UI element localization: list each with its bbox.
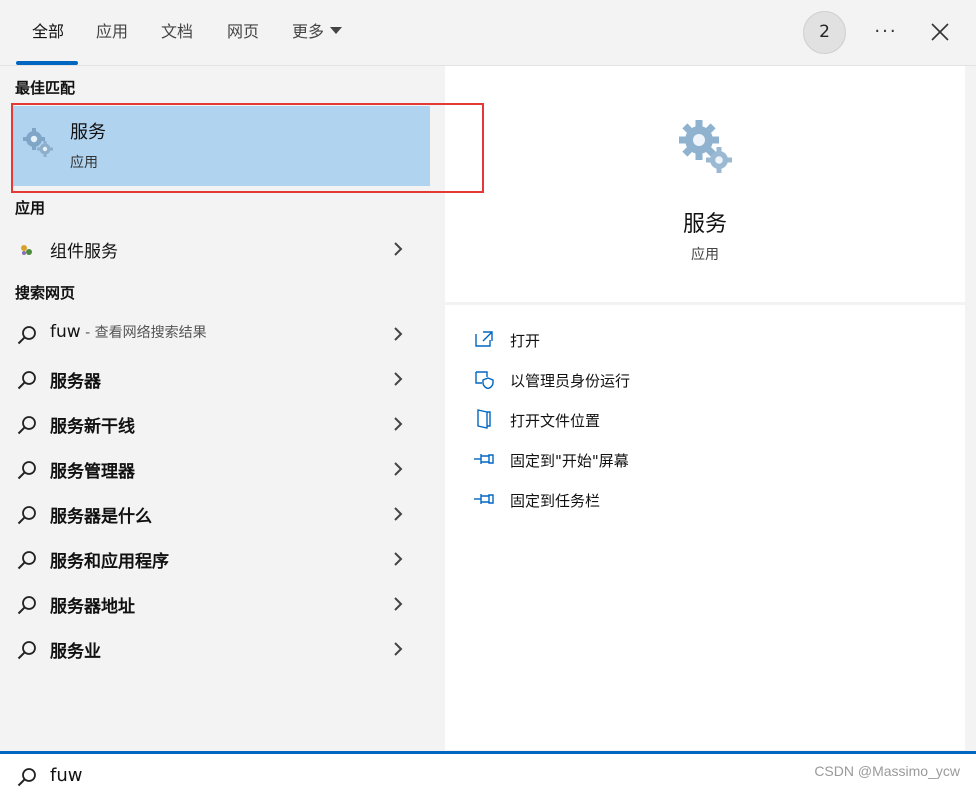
detail-header: 服务 应用 [445, 66, 965, 302]
web-result-item[interactable]: 服务管理器 [0, 449, 430, 489]
chevron-right-icon [394, 242, 403, 256]
pin-icon [474, 494, 494, 504]
action-pin-to-start[interactable]: 固定到"开始"屏幕 [473, 445, 933, 473]
detail-actions: 打开 以管理员身份运行 打开文件位置 固定到"开始"屏幕 固定到任务栏 [445, 305, 965, 750]
app-item-label: 组件服务 [50, 242, 118, 262]
chevron-right-icon [394, 462, 403, 476]
close-icon [931, 23, 949, 41]
best-match-item[interactable]: 服务 应用 [12, 106, 430, 186]
gears-icon [679, 120, 732, 173]
detail-title: 服务 [682, 212, 727, 237]
web-result-label: 服务器是什么 [50, 507, 152, 527]
tab-apps[interactable]: 应用 [96, 20, 128, 44]
web-result-item[interactable]: 服务器地址 [0, 584, 430, 624]
web-result-item[interactable]: 服务和应用程序 [0, 539, 430, 579]
search-window: 全部 应用 文档 网页 更多 2 ··· 最佳匹配 服务 应用 应用 组件服务 … [0, 0, 976, 795]
pin-icon [474, 454, 494, 464]
open-icon [475, 331, 493, 347]
web-result-item[interactable]: 服务业 [0, 629, 430, 669]
action-label: 打开 [510, 332, 541, 350]
component-services-icon [21, 245, 32, 255]
search-icon [17, 371, 36, 390]
web-result-hint: - 查看网络搜索结果 [80, 325, 207, 341]
web-result-label: 服务业 [50, 642, 101, 662]
shield-icon [475, 371, 494, 389]
more-options-button[interactable]: ··· [866, 20, 906, 44]
action-label: 以管理员身份运行 [510, 372, 631, 390]
search-icon [17, 326, 36, 345]
chevron-right-icon [394, 372, 403, 386]
web-result-query: fuw [50, 322, 81, 342]
search-icon [17, 461, 36, 480]
tab-bar: 全部 应用 文档 网页 更多 2 ··· [0, 0, 976, 66]
web-result-item[interactable]: 服务新干线 [0, 404, 430, 444]
search-icon [17, 768, 36, 787]
gears-icon [23, 128, 53, 157]
close-button[interactable] [926, 18, 954, 46]
chevron-right-icon [394, 642, 403, 656]
results-panel: 最佳匹配 服务 应用 应用 组件服务 搜索网页 fuw - 查看网络搜索结果 服… [0, 66, 430, 750]
watermark-text: CSDN @Massimo_ycw [814, 763, 960, 779]
search-icon [17, 551, 36, 570]
chevron-right-icon [394, 417, 403, 431]
search-input[interactable] [50, 760, 750, 790]
tab-more[interactable]: 更多 [292, 20, 343, 44]
web-result-label: fuw - 查看网络搜索结果 [50, 322, 207, 342]
action-pin-to-taskbar[interactable]: 固定到任务栏 [473, 485, 933, 513]
web-result-label: 服务管理器 [50, 462, 135, 482]
action-open-file-location[interactable]: 打开文件位置 [473, 405, 933, 433]
section-apps: 应用 [15, 199, 46, 217]
detail-subtitle: 应用 [691, 247, 719, 263]
search-icon [17, 641, 36, 660]
chevron-right-icon [394, 327, 403, 341]
chevron-right-icon [394, 597, 403, 611]
web-result-label: 服务和应用程序 [50, 552, 169, 572]
web-result-item[interactable]: 服务器 [0, 359, 430, 399]
app-item-component-services[interactable]: 组件服务 [0, 229, 430, 269]
search-icon [17, 596, 36, 615]
section-web: 搜索网页 [15, 284, 76, 302]
rewards-badge[interactable]: 2 [803, 11, 846, 54]
web-result-label: 服务器 [50, 372, 101, 392]
tab-documents[interactable]: 文档 [161, 20, 193, 44]
folder-location-icon [477, 409, 491, 429]
action-label: 固定到任务栏 [510, 492, 601, 510]
action-run-as-admin[interactable]: 以管理员身份运行 [473, 365, 933, 393]
tab-more-label: 更多 [292, 22, 325, 41]
search-icon [17, 416, 36, 435]
tab-all[interactable]: 全部 [32, 20, 64, 44]
action-label: 打开文件位置 [510, 412, 601, 430]
chevron-right-icon [394, 507, 403, 521]
best-match-subtitle: 应用 [70, 155, 98, 171]
section-best-match: 最佳匹配 [15, 79, 76, 97]
web-result-item[interactable]: fuw - 查看网络搜索结果 [0, 314, 430, 354]
caret-down-icon [330, 27, 343, 34]
action-label: 固定到"开始"屏幕 [510, 452, 629, 470]
web-result-label: 服务新干线 [50, 417, 135, 437]
best-match-title: 服务 [70, 122, 106, 143]
web-result-label: 服务器地址 [50, 597, 135, 617]
tab-web[interactable]: 网页 [227, 20, 259, 44]
web-result-item[interactable]: 服务器是什么 [0, 494, 430, 534]
action-open[interactable]: 打开 [473, 325, 933, 353]
search-icon [17, 506, 36, 525]
active-tab-indicator [16, 61, 78, 65]
chevron-right-icon [394, 552, 403, 566]
